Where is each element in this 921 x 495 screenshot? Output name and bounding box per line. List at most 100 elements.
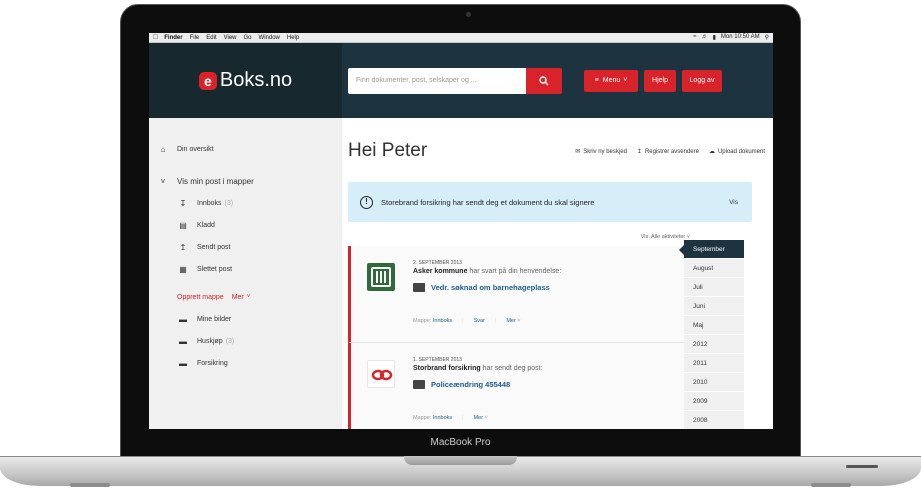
- more-link[interactable]: Mer: [506, 318, 515, 324]
- sidebar-item-label: Mine bilder: [197, 315, 232, 323]
- camera: [466, 12, 471, 17]
- search-button[interactable]: [526, 67, 562, 94]
- logout-button[interactable]: Logg av: [682, 69, 722, 92]
- card-meta: Mappe: Innboks | Mer ˅: [413, 415, 488, 421]
- menu-file[interactable]: File: [190, 35, 200, 41]
- notice-banner: ! Storebrand forsikring har sendt deg et…: [348, 182, 752, 222]
- sidebar-item-inbox[interactable]: ↧ Innboks (3): [149, 192, 342, 214]
- folder-label: Mappe:: [413, 318, 432, 324]
- divider: |: [462, 318, 464, 324]
- sidebar-item-label: Kladd: [197, 221, 215, 229]
- cloud-upload-icon: ☁: [708, 149, 715, 155]
- help-button[interactable]: Hjelp: [644, 69, 676, 92]
- create-folder-link[interactable]: Opprett mappe: [177, 294, 224, 301]
- menu-window[interactable]: Window: [259, 35, 280, 41]
- sent-icon: ↥: [179, 242, 187, 252]
- active-marker: [679, 245, 684, 255]
- menu-finder[interactable]: Finder: [164, 35, 182, 41]
- create-folder-row: Opprett mappe Mer ˅: [149, 286, 342, 308]
- sender-name[interactable]: Storbrand forsikring: [413, 365, 481, 372]
- site-header: e Boks.no Finn dokumenter, post, selskap…: [149, 43, 773, 118]
- card-meta: Mappe: Innboks | Svar | Mer ˅: [413, 318, 521, 324]
- folder-icon: ▬: [179, 336, 187, 346]
- sidebar-item-draft[interactable]: ▤ Kladd: [149, 214, 342, 236]
- sidebar-item-label: Huskjøp: [197, 337, 223, 345]
- activity-filter[interactable]: Vis: Alle aktiviteter ˅: [641, 234, 690, 240]
- sidebar-item-mine-bilder[interactable]: ▬ Mine bilder: [149, 308, 342, 330]
- more-link[interactable]: Mer: [474, 415, 483, 421]
- menu-help[interactable]: Help: [287, 35, 299, 41]
- sidebar-item-overview[interactable]: ⌂ Din oversikt: [149, 138, 342, 160]
- document-title: Policeændring 455448: [431, 380, 511, 389]
- wifi-icon[interactable]: ≈: [693, 34, 696, 41]
- laptop-foot: [70, 483, 110, 487]
- sidebar-section-folders[interactable]: ˅ Vis min post i mapper: [149, 170, 342, 192]
- sender-name[interactable]: Asker kommune: [413, 268, 467, 275]
- laptop-slot: [846, 465, 878, 468]
- timeline-item-september[interactable]: September: [679, 240, 744, 259]
- timeline-item[interactable]: 2009: [684, 392, 744, 411]
- document-link[interactable]: Vedr. søknad om barnehageplass: [413, 283, 550, 292]
- timeline-nav: September August Juli Juni Maj 2012 2011…: [679, 240, 744, 429]
- document-link[interactable]: Policeændring 455448: [413, 380, 510, 389]
- search-icon: [539, 75, 549, 86]
- sidebar-item-label: Sendt post: [197, 243, 231, 251]
- spotlight-icon[interactable]: ⚲: [765, 34, 769, 41]
- activity-card[interactable]: 1. SEPTEMBER 2013 Storbrand forsikring h…: [348, 343, 686, 429]
- chevron-down-icon: ˅: [484, 415, 488, 421]
- folder-icon: ▬: [179, 358, 187, 368]
- timeline-item[interactable]: Juli: [684, 278, 744, 297]
- sidebar-item-trash[interactable]: ▦ Slettet post: [149, 258, 342, 280]
- sidebar-section-label: Vis min post i mapper: [177, 176, 254, 186]
- sidebar-item-label: Slettet post: [197, 265, 233, 273]
- menu-button[interactable]: ≡ Menu ˅: [584, 69, 638, 92]
- message-icon: ✉: [575, 149, 581, 155]
- document-title: Vedr. søknad om barnehageplass: [431, 283, 550, 292]
- menu-edit[interactable]: Edit: [206, 35, 216, 41]
- card-action-text: har sendt deg post:: [482, 365, 543, 372]
- clock[interactable]: Mon 10:50 AM: [721, 34, 760, 41]
- search-bar: Finn dokumenter, post, selskaper og ...: [348, 67, 562, 94]
- hamburger-icon: ≡: [594, 77, 599, 84]
- divider: |: [462, 415, 464, 421]
- sidebar-item-label: Innboks: [197, 199, 222, 207]
- envelope-icon: [413, 380, 425, 389]
- home-icon: ⌂: [160, 144, 166, 154]
- reply-link[interactable]: Svar: [474, 318, 485, 324]
- timeline-item[interactable]: 2008: [684, 411, 744, 429]
- sidebar-item-label: Din oversikt: [177, 145, 214, 153]
- draft-icon: ▤: [179, 220, 187, 230]
- logo[interactable]: e Boks.no: [149, 43, 342, 118]
- sidebar-item-sent[interactable]: ↥ Sendt post: [149, 236, 342, 258]
- trash-icon: ▦: [179, 264, 187, 274]
- timeline-item[interactable]: August: [684, 259, 744, 278]
- timeline-item[interactable]: Maj: [684, 316, 744, 335]
- folder-link[interactable]: Innboks: [433, 415, 452, 421]
- apple-icon[interactable]: : [153, 34, 158, 41]
- battery-icon[interactable]: ▮: [713, 34, 716, 41]
- sidebar-item-forsikring[interactable]: ▬ Forsikring: [149, 352, 342, 374]
- notice-view-link[interactable]: Vis: [729, 199, 738, 206]
- menubar-status: ≈ ♬ ▮ Mon 10:50 AM ⚲: [693, 34, 769, 41]
- register-senders-button[interactable]: ↥ Registrer avsendere: [637, 148, 699, 156]
- timeline-item[interactable]: 2011: [684, 354, 744, 373]
- activity-feed: 2. SEPTEMBER 2013 Asker kommune har svar…: [348, 246, 686, 429]
- menu-view[interactable]: View: [224, 35, 237, 41]
- volume-icon[interactable]: ♬: [702, 34, 708, 41]
- mac-menubar:  Finder File Edit View Go Window Help ≈…: [149, 33, 773, 43]
- timeline-item[interactable]: Juni: [684, 297, 744, 316]
- timeline-item[interactable]: 2012: [684, 335, 744, 354]
- count-badge: (3): [225, 337, 235, 345]
- write-message-button[interactable]: ✉ Skriv ny beskjed: [575, 148, 627, 156]
- more-link[interactable]: Mer: [232, 294, 244, 301]
- menu-button-label: Menu: [602, 77, 621, 84]
- sidebar-item-huskjop[interactable]: ▬ Huskjøp (3): [149, 330, 342, 352]
- card-date: 1. SEPTEMBER 2013: [413, 357, 462, 363]
- upload-document-button[interactable]: ☁ Upload dokument: [708, 148, 765, 156]
- activity-card[interactable]: 2. SEPTEMBER 2013 Asker kommune har svar…: [348, 246, 686, 343]
- timeline-item[interactable]: 2010: [684, 373, 744, 392]
- folder-link[interactable]: Innboks: [433, 318, 452, 324]
- menu-go[interactable]: Go: [244, 35, 252, 41]
- laptop-notch: [404, 456, 517, 465]
- search-input[interactable]: Finn dokumenter, post, selskaper og ...: [348, 67, 526, 94]
